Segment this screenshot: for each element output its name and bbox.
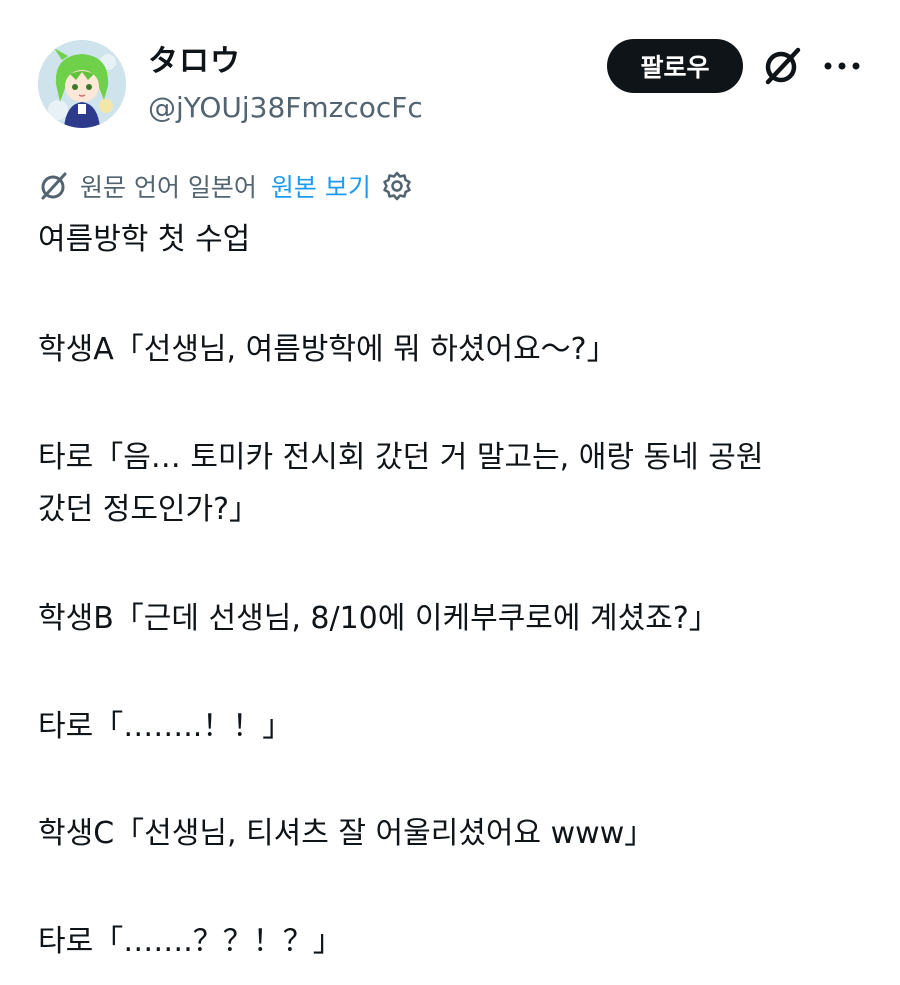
avatar[interactable]	[38, 40, 126, 128]
view-original-link[interactable]: 원본 보기	[271, 168, 371, 204]
tweet-text-line: 학생A「선생님, 여름방학에 뭐 하셨어요～?」	[38, 332, 617, 367]
tweet-text-line: 학생C「선생님, 티셔츠 잘 어울리셨어요 www」	[38, 816, 655, 851]
follow-button[interactable]: 팔로우	[607, 39, 743, 93]
tweet-text-line: 타로「……..！！」	[38, 709, 293, 744]
tweet-post: タロウ @jYOUj38FmzcocFc 팔로우 원문 언어 일본어 원본 보기…	[0, 0, 900, 985]
gear-icon[interactable]	[381, 170, 413, 202]
grok-icon[interactable]	[760, 44, 804, 88]
translate-slash-icon	[41, 172, 67, 200]
tweet-text-line: 타로「…….？？！？」	[38, 924, 343, 959]
tweet-text-line: 학생B「근데 선생님, 8/10에 이케부쿠로에 계셨죠?」	[38, 601, 719, 636]
display-name[interactable]: タロウ	[148, 42, 241, 82]
original-language-label: 원문 언어 일본어	[80, 173, 257, 202]
tweet-text-line: 타로「음… 토미카 전시회 갔던 거 말고는, 애랑 동네 공원	[38, 440, 764, 475]
user-handle[interactable]: @jYOUj38FmzcocFc	[148, 88, 423, 128]
translation-bar: 원문 언어 일본어 원본 보기	[38, 166, 413, 206]
tweet-text-line: 갔던 정도인가?」	[38, 492, 260, 527]
tweet-text-line: 여름방학 첫 수업	[38, 222, 251, 257]
more-options-icon[interactable]	[822, 58, 862, 74]
